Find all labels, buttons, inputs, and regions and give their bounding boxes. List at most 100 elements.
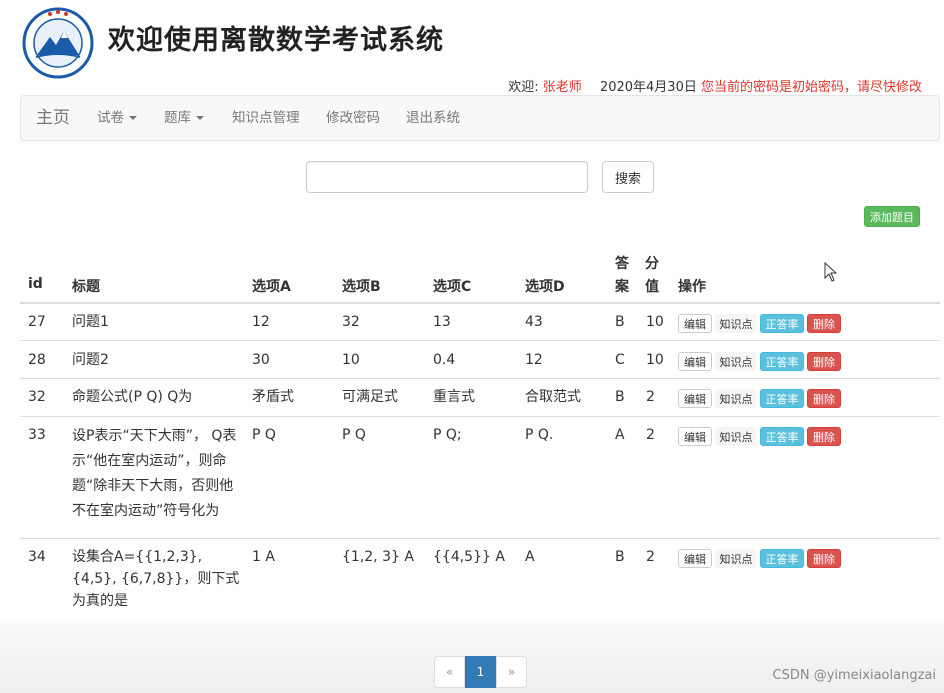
row-actions: 编辑 知识点 正答率 删除 bbox=[678, 549, 841, 568]
knowledge-point-button[interactable]: 知识点 bbox=[715, 352, 757, 371]
search-input[interactable] bbox=[306, 161, 588, 193]
edit-button[interactable]: 编辑 bbox=[678, 427, 712, 446]
correct-rate-button[interactable]: 正答率 bbox=[760, 352, 804, 371]
page-header: 欢迎使用离散数学考试系统 欢迎: 张老师 2020年4月30日 您当前的密码是初… bbox=[0, 0, 944, 95]
cell-option-d: P Q. bbox=[525, 427, 554, 443]
page-title: 欢迎使用离散数学考试系统 bbox=[108, 25, 444, 56]
pagination-prev[interactable]: « bbox=[434, 656, 465, 688]
edit-button[interactable]: 编辑 bbox=[678, 352, 712, 371]
cell-score: 2 bbox=[646, 389, 655, 405]
search-button[interactable]: 搜索 bbox=[602, 161, 654, 193]
table-header-divider bbox=[20, 302, 940, 304]
cell-option-a: 1 A bbox=[252, 549, 275, 565]
correct-rate-button[interactable]: 正答率 bbox=[760, 549, 804, 568]
pagination-next[interactable]: » bbox=[496, 656, 527, 688]
csdn-watermark: CSDN @yimeixiaolangzai bbox=[772, 668, 936, 683]
nav-question-bank-label: 题库 bbox=[164, 110, 191, 126]
col-header-title: 标题 bbox=[72, 279, 100, 295]
pagination: « 1 » bbox=[434, 656, 527, 688]
cell-score: 2 bbox=[646, 549, 655, 565]
row-actions: 编辑 知识点 正答率 删除 bbox=[678, 389, 841, 408]
password-warning[interactable]: 您当前的密码是初始密码，请尽快修改 bbox=[701, 80, 922, 95]
mouse-pointer-icon bbox=[824, 262, 838, 282]
caret-down-icon bbox=[129, 116, 137, 120]
cell-option-b: 10 bbox=[342, 352, 360, 368]
cell-title: 问题2 bbox=[72, 352, 109, 368]
cell-title: 设集合A={{1,2,3}, {4,5}, {6,7,8}}，则下式为真的是 bbox=[72, 549, 240, 609]
cell-option-b: {1,2, 3} A bbox=[342, 549, 414, 565]
knowledge-point-button[interactable]: 知识点 bbox=[715, 549, 757, 568]
cell-answer: B bbox=[615, 549, 625, 565]
col-header-id: id bbox=[28, 276, 43, 292]
knowledge-point-button[interactable]: 知识点 bbox=[715, 389, 757, 408]
cell-option-c: 重言式 bbox=[433, 389, 475, 405]
correct-rate-button[interactable]: 正答率 bbox=[760, 427, 804, 446]
nav-knowledge[interactable]: 知识点管理 bbox=[232, 96, 300, 140]
cell-option-d: 合取范式 bbox=[525, 389, 581, 405]
edit-button[interactable]: 编辑 bbox=[678, 314, 712, 333]
row-actions: 编辑 知识点 正答率 删除 bbox=[678, 427, 841, 446]
edit-button[interactable]: 编辑 bbox=[678, 389, 712, 408]
user-status-line: 欢迎: 张老师 2020年4月30日 您当前的密码是初始密码，请尽快修改 bbox=[508, 76, 922, 95]
delete-button[interactable]: 删除 bbox=[807, 314, 841, 333]
cell-id: 32 bbox=[28, 389, 46, 405]
delete-button[interactable]: 删除 bbox=[807, 427, 841, 446]
caret-down-icon bbox=[196, 116, 204, 120]
cell-option-c: P Q; bbox=[433, 427, 462, 443]
welcome-label: 欢迎: bbox=[508, 80, 539, 95]
add-question-button[interactable]: 添加题目 bbox=[864, 206, 920, 227]
cell-title: 问题1 bbox=[72, 314, 109, 330]
col-header-ops: 操作 bbox=[678, 279, 706, 295]
delete-button[interactable]: 删除 bbox=[807, 352, 841, 371]
delete-button[interactable]: 删除 bbox=[807, 549, 841, 568]
cell-option-c: {{4,5}} A bbox=[433, 549, 505, 565]
row-actions: 编辑 知识点 正答率 删除 bbox=[678, 314, 841, 333]
cell-title: 设P表示“天下大雨”， Q表示“他在室内运动”，则命题“除非天下大雨，否则他不在… bbox=[72, 428, 237, 519]
nav-papers-label: 试卷 bbox=[97, 110, 124, 126]
cell-option-b: 可满足式 bbox=[342, 389, 398, 405]
cell-option-b: P Q bbox=[342, 427, 366, 443]
cell-score: 10 bbox=[646, 352, 664, 368]
cell-score: 2 bbox=[646, 427, 655, 443]
col-header-c: 选项C bbox=[433, 279, 472, 295]
col-header-answer: 答案 bbox=[615, 256, 629, 295]
current-date: 2020年4月30日 bbox=[599, 80, 697, 95]
nav-change-password[interactable]: 修改密码 bbox=[326, 96, 380, 140]
correct-rate-button[interactable]: 正答率 bbox=[760, 314, 804, 333]
cell-id: 28 bbox=[28, 352, 46, 368]
nav-papers-dropdown[interactable]: 试卷 bbox=[97, 96, 137, 140]
cell-option-a: 矛盾式 bbox=[252, 389, 294, 405]
correct-rate-button[interactable]: 正答率 bbox=[760, 389, 804, 408]
cell-title: 命题公式(P Q) Q为 bbox=[72, 389, 193, 405]
cell-id: 34 bbox=[28, 549, 46, 565]
cell-option-a: P Q bbox=[252, 427, 276, 443]
nav-question-bank-dropdown[interactable]: 题库 bbox=[164, 96, 204, 140]
col-header-score: 分值 bbox=[645, 256, 659, 295]
pagination-page-current[interactable]: 1 bbox=[465, 656, 496, 688]
cell-option-d: A bbox=[525, 549, 535, 565]
cell-answer: A bbox=[615, 427, 625, 443]
university-logo bbox=[22, 7, 94, 79]
knowledge-point-button[interactable]: 知识点 bbox=[715, 314, 757, 333]
nav-logout[interactable]: 退出系统 bbox=[406, 96, 460, 140]
cell-option-b: 32 bbox=[342, 314, 360, 330]
col-header-a: 选项A bbox=[252, 279, 291, 295]
delete-button[interactable]: 删除 bbox=[807, 389, 841, 408]
cell-option-d: 43 bbox=[525, 314, 543, 330]
user-name: 张老师 bbox=[542, 80, 582, 95]
knowledge-point-button[interactable]: 知识点 bbox=[715, 427, 757, 446]
cell-option-a: 12 bbox=[252, 314, 270, 330]
edit-button[interactable]: 编辑 bbox=[678, 549, 712, 568]
cell-id: 33 bbox=[28, 427, 46, 443]
cell-option-d: 12 bbox=[525, 352, 543, 368]
col-header-b: 选项B bbox=[342, 279, 381, 295]
cell-option-c: 0.4 bbox=[433, 352, 456, 368]
cell-id: 27 bbox=[28, 314, 46, 330]
cell-option-c: 13 bbox=[433, 314, 451, 330]
cell-answer: B bbox=[615, 314, 625, 330]
row-divider bbox=[20, 378, 940, 379]
nav-home[interactable]: 主页 bbox=[36, 96, 70, 140]
row-actions: 编辑 知识点 正答率 删除 bbox=[678, 352, 841, 371]
col-header-d: 选项D bbox=[525, 279, 565, 295]
row-divider bbox=[20, 416, 940, 417]
